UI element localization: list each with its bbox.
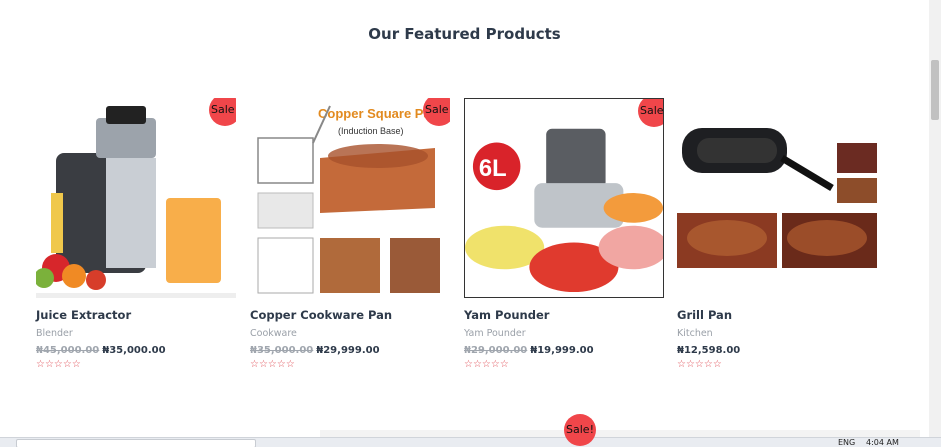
clock[interactable]: 4:04 AM [866,438,899,447]
scrollbar-thumb[interactable] [931,60,939,120]
star-rating: ☆☆☆☆☆ [464,359,509,370]
product-name[interactable]: Yam Pounder [464,308,664,322]
product-category[interactable]: Yam Pounder [464,328,664,339]
product-image[interactable] [677,98,877,298]
product-name[interactable]: Copper Cookware Pan [250,308,450,322]
star-rating: ☆☆☆☆☆ [677,359,722,370]
page-scrollbar[interactable] [929,0,941,437]
old-price: ₦35,000.00 [250,345,314,356]
image-caption: Copper Square Pa [318,106,431,121]
old-price: ₦45,000.00 [36,345,100,356]
language-indicator[interactable]: ENG [838,438,855,447]
product-name[interactable]: Grill Pan [677,308,877,322]
product-card[interactable]: 6L Sale! Yam Pounder Yam Pounder ₦29,000… [464,98,664,370]
shop-page: Our Featured Products Sale! Juice Extrac… [0,0,941,447]
product-image[interactable]: 6L Sale! [464,98,664,298]
product-image[interactable]: Sale! [36,98,236,298]
sale-price: ₦29,999.00 [316,345,380,356]
product-card[interactable]: Copper Square Pa (Induction Base) Sale! … [250,98,450,370]
sale-price: ₦19,999.00 [530,345,594,356]
star-rating: ☆☆☆☆☆ [250,359,295,370]
sale-badge: Sale! [564,414,596,446]
taskbar-search-input[interactable] [16,439,256,447]
product-price: ₦35,000.00 ₦29,999.00 [250,345,450,356]
product-card[interactable]: Sale! Juice Extractor Blender ₦45,000.00… [36,98,236,370]
product-price: ₦45,000.00 ₦35,000.00 [36,345,236,356]
sale-price: ₦12,598.00 [677,345,741,356]
product-price: ₦29,000.00 ₦19,999.00 [464,345,664,356]
product-image[interactable]: Copper Square Pa (Induction Base) Sale! [250,98,450,298]
product-category[interactable]: Cookware [250,328,450,339]
star-rating: ☆☆☆☆☆ [36,359,81,370]
product-price: ₦12,598.00 [677,345,877,356]
product-card[interactable]: Grill Pan Kitchen ₦12,598.00 ☆☆☆☆☆ [677,98,877,370]
image-subcaption: (Induction Base) [338,126,404,136]
image-caption: 6L [479,155,507,182]
product-category[interactable]: Kitchen [677,328,877,339]
old-price: ₦29,000.00 [464,345,528,356]
product-name[interactable]: Juice Extractor [36,308,236,322]
taskbar: ENG 4:04 AM [0,437,941,447]
sale-price: ₦35,000.00 [102,345,166,356]
product-category[interactable]: Blender [36,328,236,339]
section-title: Our Featured Products [368,25,561,43]
